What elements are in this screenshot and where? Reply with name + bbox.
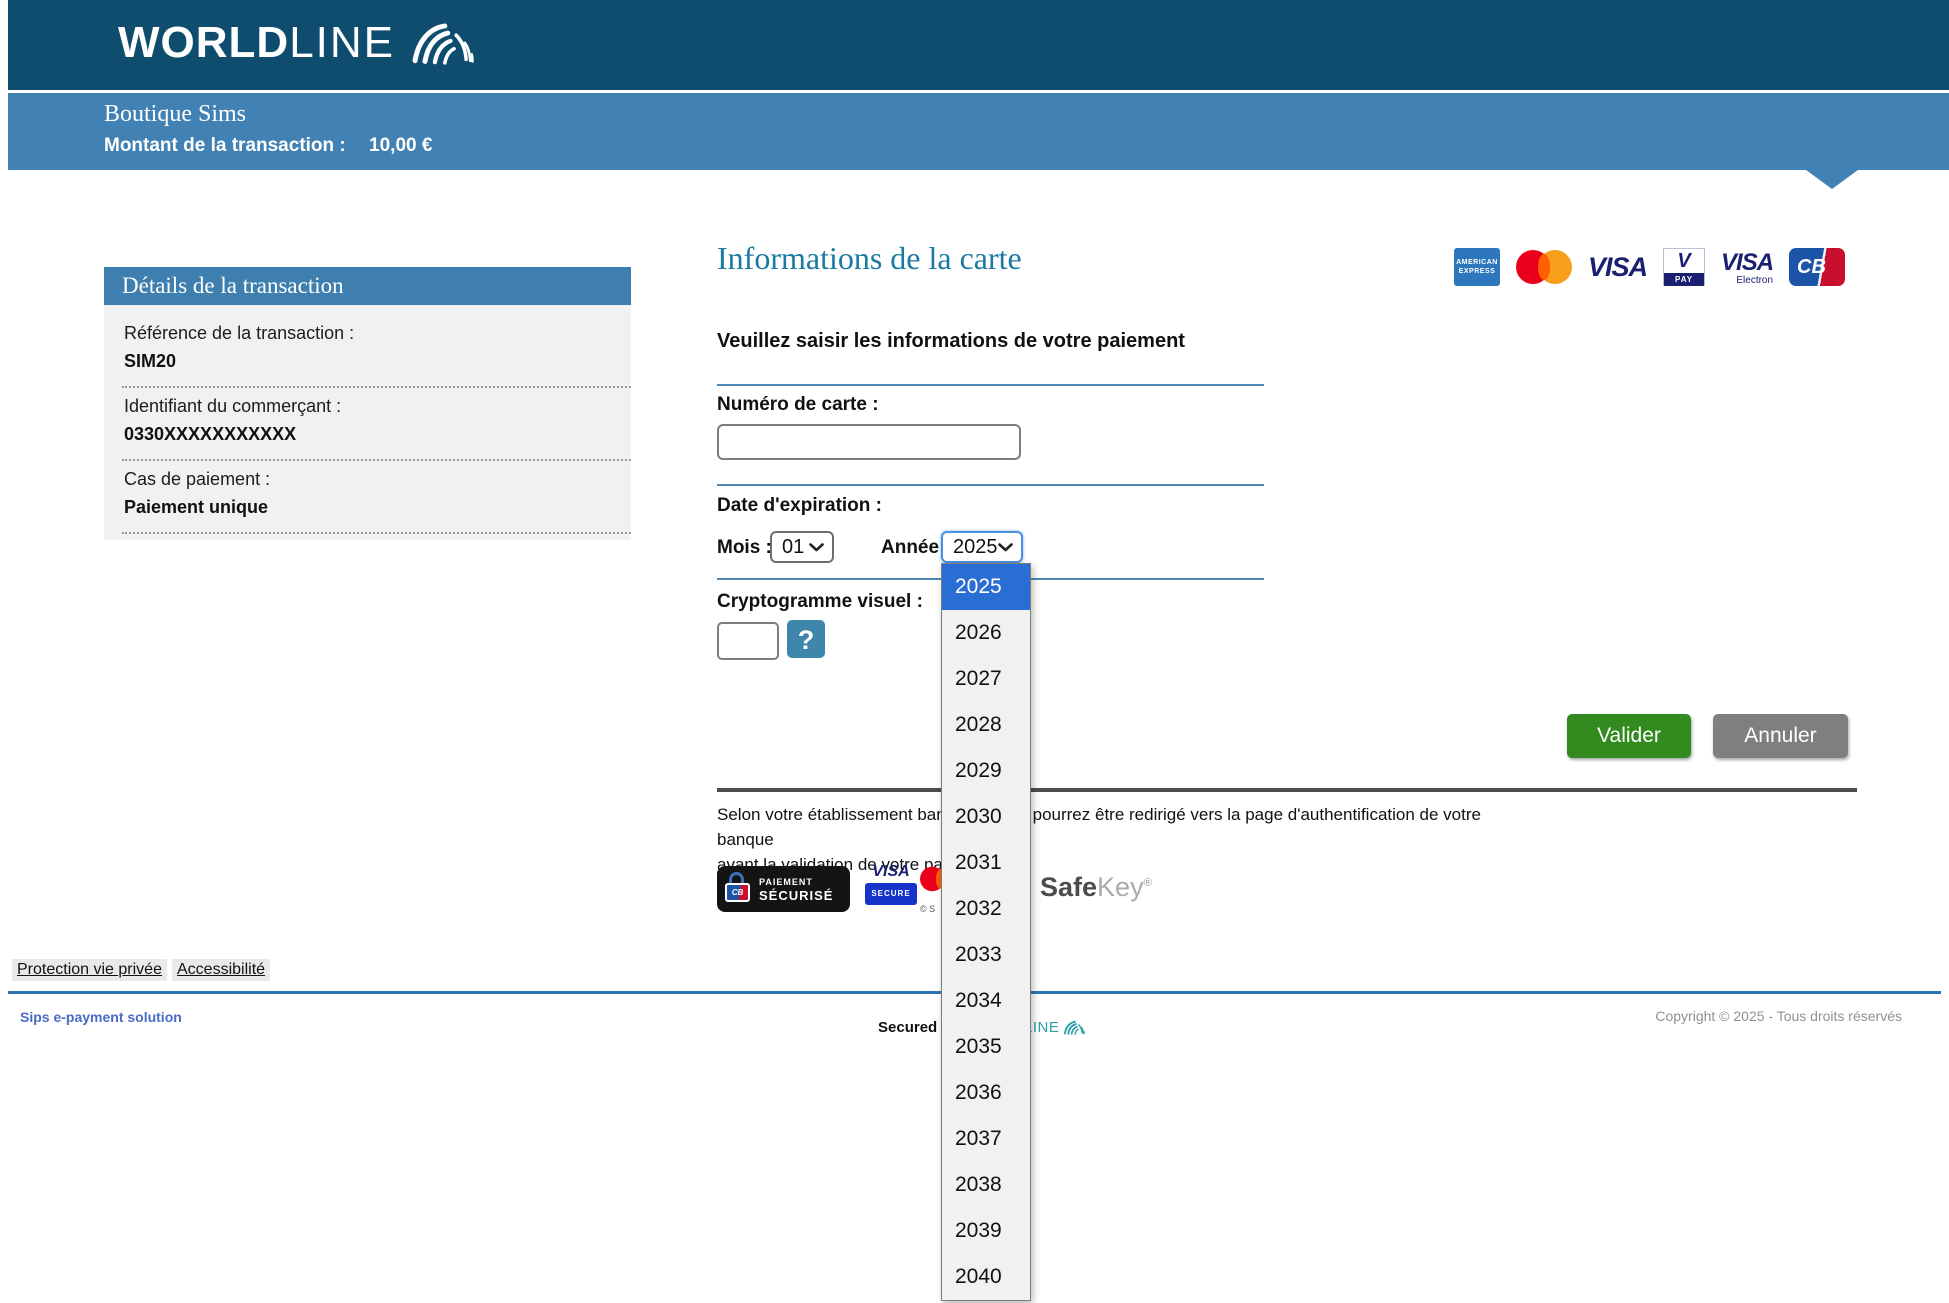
section-divider [717,484,1264,486]
chevron-down-icon [809,543,824,552]
field-label: Cas de paiement : [124,469,611,490]
page-title: Informations de la carte [717,240,1022,277]
card-number-input[interactable] [717,424,1021,460]
v-pay-icon: V PAY [1663,248,1705,286]
brand-bold: WORLD [118,18,289,68]
panel-title: Détails de la transaction [104,267,631,305]
transaction-details-panel: Détails de la transaction Référence de l… [104,267,631,540]
dotted-divider [122,532,631,534]
year-option[interactable]: 2037 [942,1116,1030,1162]
cb-icon: CB [1789,248,1845,286]
field-label: Identifiant du commerçant : [124,396,611,417]
field-value: SIM20 [124,351,611,372]
product-name: Sips e-payment solution [20,1009,182,1025]
field-value: Paiement unique [124,497,611,518]
amount-label: Montant de la transaction : [104,135,346,156]
visa-electron-icon: VISA Electron [1721,249,1773,286]
accessibility-link[interactable]: Accessibilité [172,959,270,981]
american-express-icon: AMERICAN EXPRESS [1454,248,1500,286]
safekey-bold-text: Safe [1040,872,1097,902]
year-select[interactable]: 2025 [941,531,1023,563]
year-option[interactable]: 2032 [942,886,1030,932]
year-option[interactable]: 2025 [942,564,1030,610]
worldline-waves-icon [1063,1020,1085,1035]
payment-page: WORLDLINE Boutique Sims Montant de la tr… [0,0,1949,1303]
privacy-link[interactable]: Protection vie privée [12,959,167,981]
cb-badge-text-2: SÉCURISÉ [759,889,833,902]
year-option[interactable]: 2026 [942,610,1030,656]
year-select-value: 2025 [953,536,998,559]
visa-icon: VISA [1588,252,1647,283]
amex-text-2: EXPRESS [1459,267,1496,276]
mastercard-icon [1516,249,1572,285]
visa-secure-text: SECURE [865,883,917,905]
card-number-label: Numéro de carte : [717,394,879,416]
merchant-bar: Boutique Sims Montant de la transaction … [8,93,1949,170]
transaction-amount-line: Montant de la transaction : 10,00 € [104,135,432,157]
year-option[interactable]: 2027 [942,656,1030,702]
year-option[interactable]: 2031 [942,840,1030,886]
amount-value: 10,00 € [369,135,432,156]
cvv-help-button[interactable]: ? [787,620,825,658]
bottom-divider [717,788,1857,792]
year-option[interactable]: 2028 [942,702,1030,748]
year-option[interactable]: 2034 [942,978,1030,1024]
transaction-reference-field: Référence de la transaction : SIM20 [104,315,631,372]
year-option[interactable]: 2029 [942,748,1030,794]
section-divider [717,384,1264,386]
month-label: Mois : [717,537,772,559]
year-option[interactable]: 2039 [942,1208,1030,1254]
merchant-id-field: Identifiant du commerçant : 0330XXXXXXXX… [104,388,631,445]
expiry-label: Date d'expiration : [717,495,882,517]
cvv-label: Cryptogramme visuel : [717,591,923,613]
field-value: 0330XXXXXXXXXXX [124,424,611,445]
padlock-icon: CB [725,871,753,907]
visa-secure-badge: VISA SECURE [865,863,917,905]
year-option[interactable]: 2040 [942,1254,1030,1300]
safekey-badge: SafeKey® [1040,872,1152,903]
worldline-logo: WORLDLINE [118,18,475,68]
cb-lock-text: CB [725,883,750,902]
panel-body: Référence de la transaction : SIM20 Iden… [104,305,631,540]
vpay-v-text: V [1677,249,1690,273]
safekey-light-text: Key [1097,872,1144,902]
year-option[interactable]: 2035 [942,1024,1030,1070]
vpay-pay-text: PAY [1664,273,1704,286]
cb-paiement-securise-badge: CB PAIEMENT SÉCURISÉ [717,866,850,912]
accepted-card-brands: AMERICAN EXPRESS VISA V PAY VISA Electro… [1454,246,1845,288]
amex-text-1: AMERICAN [1456,258,1498,267]
year-option[interactable]: 2036 [942,1070,1030,1116]
copyright-text: Copyright © 2025 - Tous droits réservés [1655,1008,1902,1024]
header-bar: WORLDLINE [8,0,1949,90]
header-pointer-triangle [1806,170,1858,189]
year-dropdown[interactable]: 2025202620272028202920302031203220332034… [941,563,1031,1301]
payment-case-field: Cas de paiement : Paiement unique [104,461,631,518]
year-option[interactable]: 2038 [942,1162,1030,1208]
cvv-input[interactable] [717,622,779,660]
validate-button[interactable]: Valider [1567,714,1691,758]
chevron-down-icon [998,543,1013,552]
year-option[interactable]: 2030 [942,794,1030,840]
worldline-waves-icon [409,21,475,65]
cancel-button[interactable]: Annuler [1713,714,1848,758]
visa-electron-visa-text: VISA [1721,249,1773,277]
brand-light: LINE [289,18,395,68]
form-subtitle: Veuillez saisir les informations de votr… [717,330,1185,353]
visa-electron-text: Electron [1736,275,1773,286]
month-select-value: 01 [782,536,804,559]
notice-line-1: Selon votre établissement bancaire, vous… [717,802,1537,852]
shop-name: Boutique Sims [104,101,246,128]
year-option[interactable]: 2033 [942,932,1030,978]
field-label: Référence de la transaction : [124,323,611,344]
safekey-mark: ® [1144,877,1152,889]
visa-secure-visa-text: VISA [865,863,917,881]
month-select[interactable]: 01 [770,531,834,563]
